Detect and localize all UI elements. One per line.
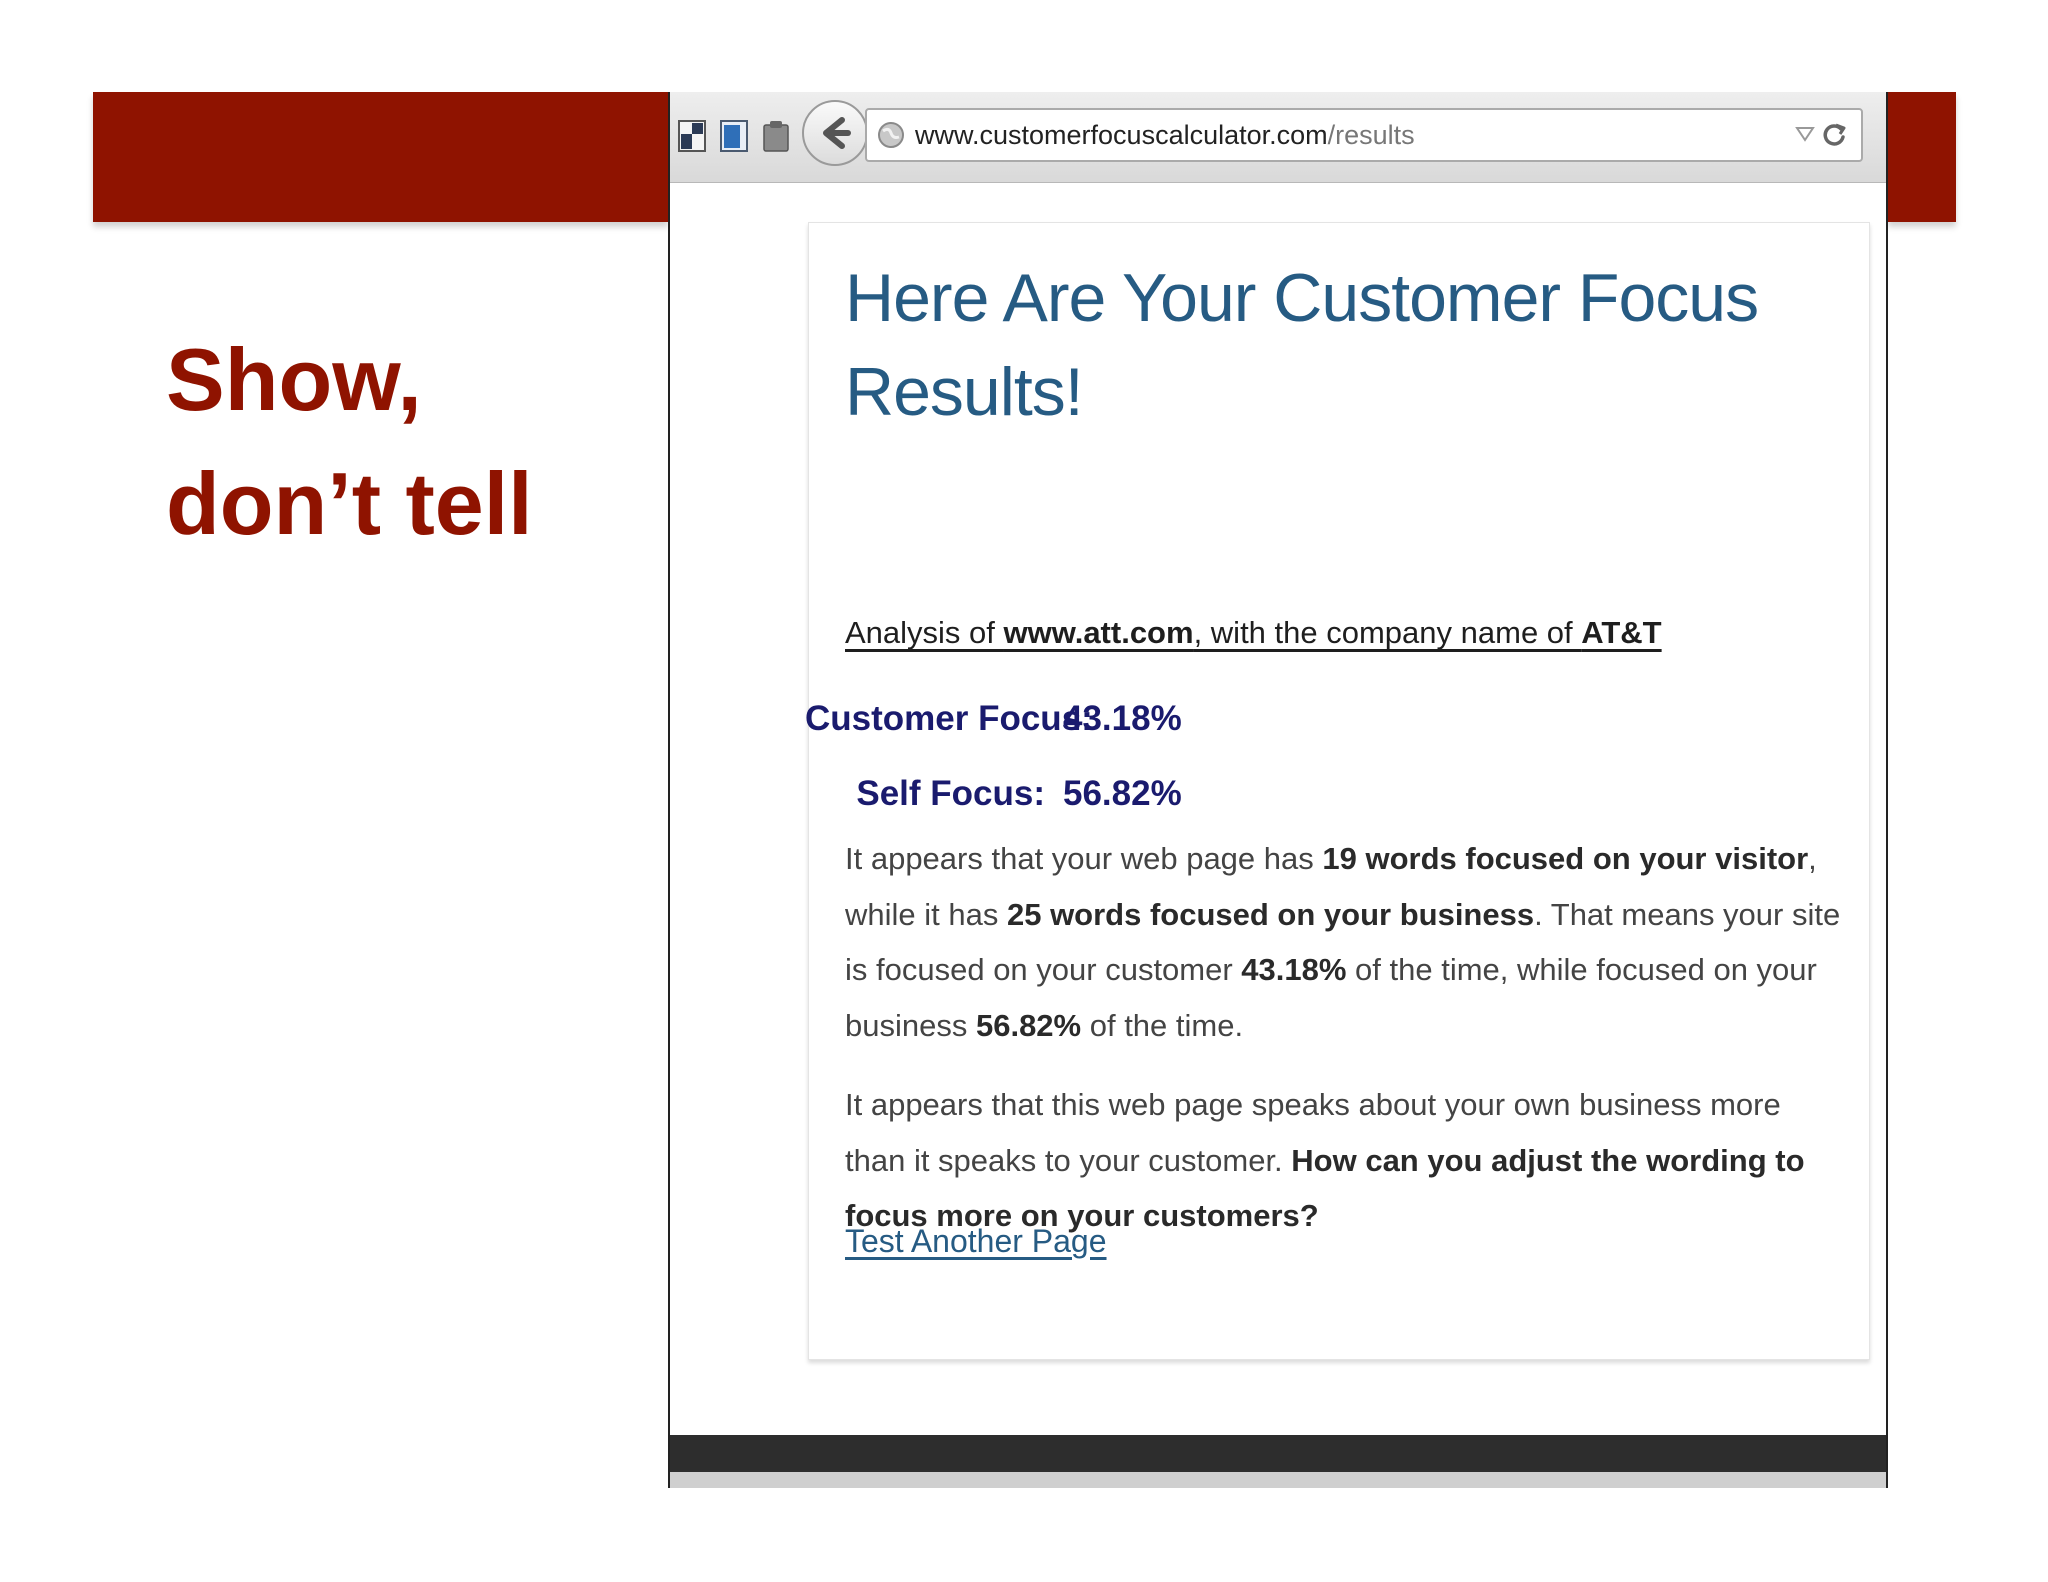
slide-title: Show, don’t tell — [166, 318, 646, 566]
clipboard-icon[interactable] — [762, 120, 790, 152]
dropdown-icon[interactable] — [1795, 125, 1815, 148]
reload-icon[interactable] — [1819, 120, 1849, 155]
browser-window: www.customerfocuscalculator.com/results … — [668, 92, 1888, 1488]
self-focus-label: Self Focus: — [856, 774, 1045, 813]
para1-bold-2: 25 words focused on your business — [1006, 896, 1535, 932]
back-arrow-icon — [823, 117, 851, 149]
self-focus-value: 56.82% — [1063, 774, 1182, 813]
results-card: Here Are Your Customer Focus Results! An… — [805, 222, 1870, 1360]
url-text: www.customerfocuscalculator.com/results — [915, 120, 1415, 151]
url-bar[interactable]: www.customerfocuscalculator.com/results — [865, 108, 1863, 162]
customer-focus-score: Customer Focus:43.18% — [805, 699, 1182, 739]
window-icon[interactable] — [720, 120, 748, 152]
browser-toolbar: www.customerfocuscalculator.com/results — [670, 92, 1886, 183]
slide-title-line-2: don’t tell — [166, 454, 533, 553]
para1-bold-3: 43.18% — [1241, 952, 1347, 987]
results-heading: Here Are Your Customer Focus Results! — [845, 251, 1825, 439]
globe-icon — [877, 121, 905, 154]
focus-summary-paragraph: It appears that your web page has 19 wor… — [845, 831, 1845, 1053]
test-another-page-link[interactable]: Test Another Page — [845, 1223, 1107, 1260]
analysis-line: Analysis of www.att.com, with the compan… — [845, 615, 1662, 651]
page-footer-strip — [670, 1472, 1886, 1488]
advice-paragraph: It appears that this web page speaks abo… — [845, 1077, 1845, 1244]
page-icon[interactable] — [678, 120, 706, 152]
results-heading-line-1: Here Are Your Customer Focus — [845, 260, 1759, 336]
slide-title-line-1: Show, — [166, 330, 422, 429]
header-band-left — [93, 92, 668, 222]
results-heading-line-2: Results! — [845, 354, 1084, 430]
para1-text-5: of the time. — [1081, 1007, 1244, 1043]
customer-focus-label: Customer Focus: — [805, 699, 1093, 738]
analysis-prefix: Analysis of — [845, 615, 1004, 650]
customer-focus-value: 43.18% — [1063, 699, 1182, 738]
para1-text-1: It appears that your web page has — [845, 841, 1323, 876]
url-path: /results — [1327, 120, 1415, 150]
analysis-site: www.att.com — [1003, 615, 1194, 650]
url-host: www.customerfocuscalculator.com — [915, 120, 1328, 150]
self-focus-score: Self Focus: 56.82% — [805, 774, 1182, 814]
page-footer-bar — [670, 1435, 1886, 1472]
para1-bold-4: 56.82% — [975, 1007, 1082, 1043]
header-band-right — [1888, 92, 1956, 222]
para1-bold-1: 19 words focused on your visitor — [1322, 841, 1809, 876]
analysis-middle: , with the company name of — [1193, 615, 1582, 650]
back-button[interactable] — [802, 100, 868, 166]
analysis-company: AT&T — [1581, 615, 1662, 650]
